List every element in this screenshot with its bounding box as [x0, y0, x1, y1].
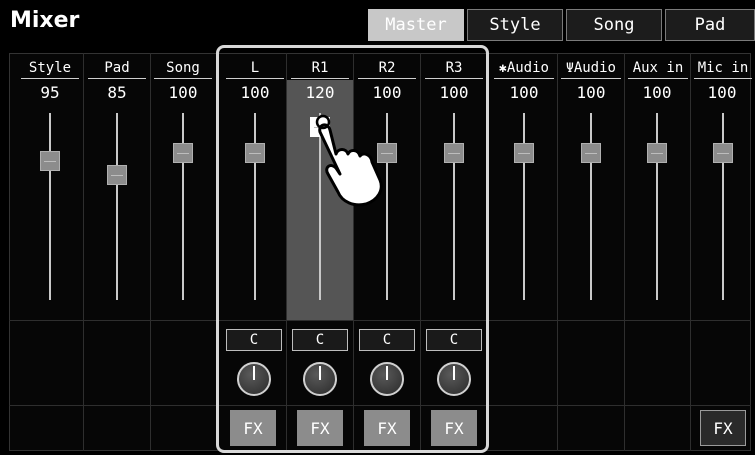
fader-knob-usb-audio[interactable] — [581, 143, 601, 163]
channel-label-usb-audio: ΨAudio — [561, 59, 621, 79]
channel-value: 100 — [576, 83, 606, 102]
tab-song[interactable]: Song — [566, 9, 662, 41]
channel-value: 85 — [107, 83, 127, 102]
fader-track — [254, 113, 256, 300]
fader-knob-style[interactable] — [40, 151, 60, 171]
fader-track — [453, 113, 455, 300]
channel-label-mic-in: Mic in — [694, 59, 752, 79]
tab-master[interactable]: Master — [368, 9, 464, 41]
channel-label-text: Audio — [506, 60, 549, 76]
channel-value: 100 — [439, 83, 469, 102]
fader-track — [523, 113, 525, 300]
channel-label-style: Style — [21, 59, 79, 79]
channel-value: 95 — [40, 83, 60, 102]
pointing-hand-icon — [315, 114, 383, 207]
bluetooth-icon: ✱ — [499, 61, 507, 76]
column-divider — [624, 53, 625, 451]
column-divider — [557, 53, 558, 451]
tab-style[interactable]: Style — [467, 9, 563, 41]
fx-button-r3[interactable]: FX — [431, 410, 477, 446]
row-divider — [9, 405, 751, 406]
tab-pad[interactable]: Pad — [665, 9, 755, 41]
fader-track — [49, 113, 51, 300]
header-bar: Mixer Master Style Song Pad — [0, 0, 755, 45]
channel-value: 100 — [240, 83, 270, 102]
channel-label-song: Song — [154, 59, 212, 79]
channel-label-bt-audio: ✱Audio — [494, 59, 554, 79]
channel-value: 100 — [372, 83, 402, 102]
channel-value: 120 — [305, 83, 335, 102]
channel-value: 100 — [168, 83, 198, 102]
pan-button-r1[interactable]: C — [292, 329, 348, 351]
fader-track — [182, 113, 184, 300]
pan-button-r2[interactable]: C — [359, 329, 415, 351]
fx-button-r2[interactable]: FX — [364, 410, 410, 446]
pan-dial-r3[interactable] — [437, 362, 471, 396]
column-divider — [420, 53, 421, 451]
channel-value: 100 — [509, 83, 539, 102]
fx-button-r1[interactable]: FX — [297, 410, 343, 446]
channel-label-l: L — [226, 59, 284, 79]
pan-dial-r1[interactable] — [303, 362, 337, 396]
channel-label-aux-in: Aux in — [628, 59, 688, 79]
fader-track — [656, 113, 658, 300]
row-divider — [9, 320, 751, 321]
fx-button-mic-in[interactable]: FX — [700, 410, 746, 446]
channel-value: 100 — [642, 83, 672, 102]
fader-track — [722, 113, 724, 300]
fader-knob-bt-audio[interactable] — [514, 143, 534, 163]
fader-track — [116, 113, 118, 300]
column-divider — [83, 53, 84, 451]
pan-dial-r2[interactable] — [370, 362, 404, 396]
channel-value: 100 — [707, 83, 737, 102]
column-divider — [690, 53, 691, 451]
fader-knob-r3[interactable] — [444, 143, 464, 163]
channel-label-r1: R1 — [291, 59, 349, 79]
channel-label-r2: R2 — [358, 59, 416, 79]
pan-button-l[interactable]: C — [226, 329, 282, 351]
fader-knob-l[interactable] — [245, 143, 265, 163]
column-divider — [150, 53, 151, 451]
fader-knob-mic-in[interactable] — [713, 143, 733, 163]
usb-icon: Ψ — [566, 61, 574, 76]
channel-label-pad: Pad — [88, 59, 146, 79]
pan-dial-l[interactable] — [237, 362, 271, 396]
fader-knob-aux-in[interactable] — [647, 143, 667, 163]
channel-label-text: Audio — [573, 60, 616, 76]
app-title: Mixer — [10, 8, 80, 33]
fader-track — [590, 113, 592, 300]
fader-knob-song[interactable] — [173, 143, 193, 163]
fx-button-l[interactable]: FX — [230, 410, 276, 446]
fader-knob-pad[interactable] — [107, 165, 127, 185]
channel-label-r3: R3 — [425, 59, 483, 79]
pan-button-r3[interactable]: C — [426, 329, 482, 351]
